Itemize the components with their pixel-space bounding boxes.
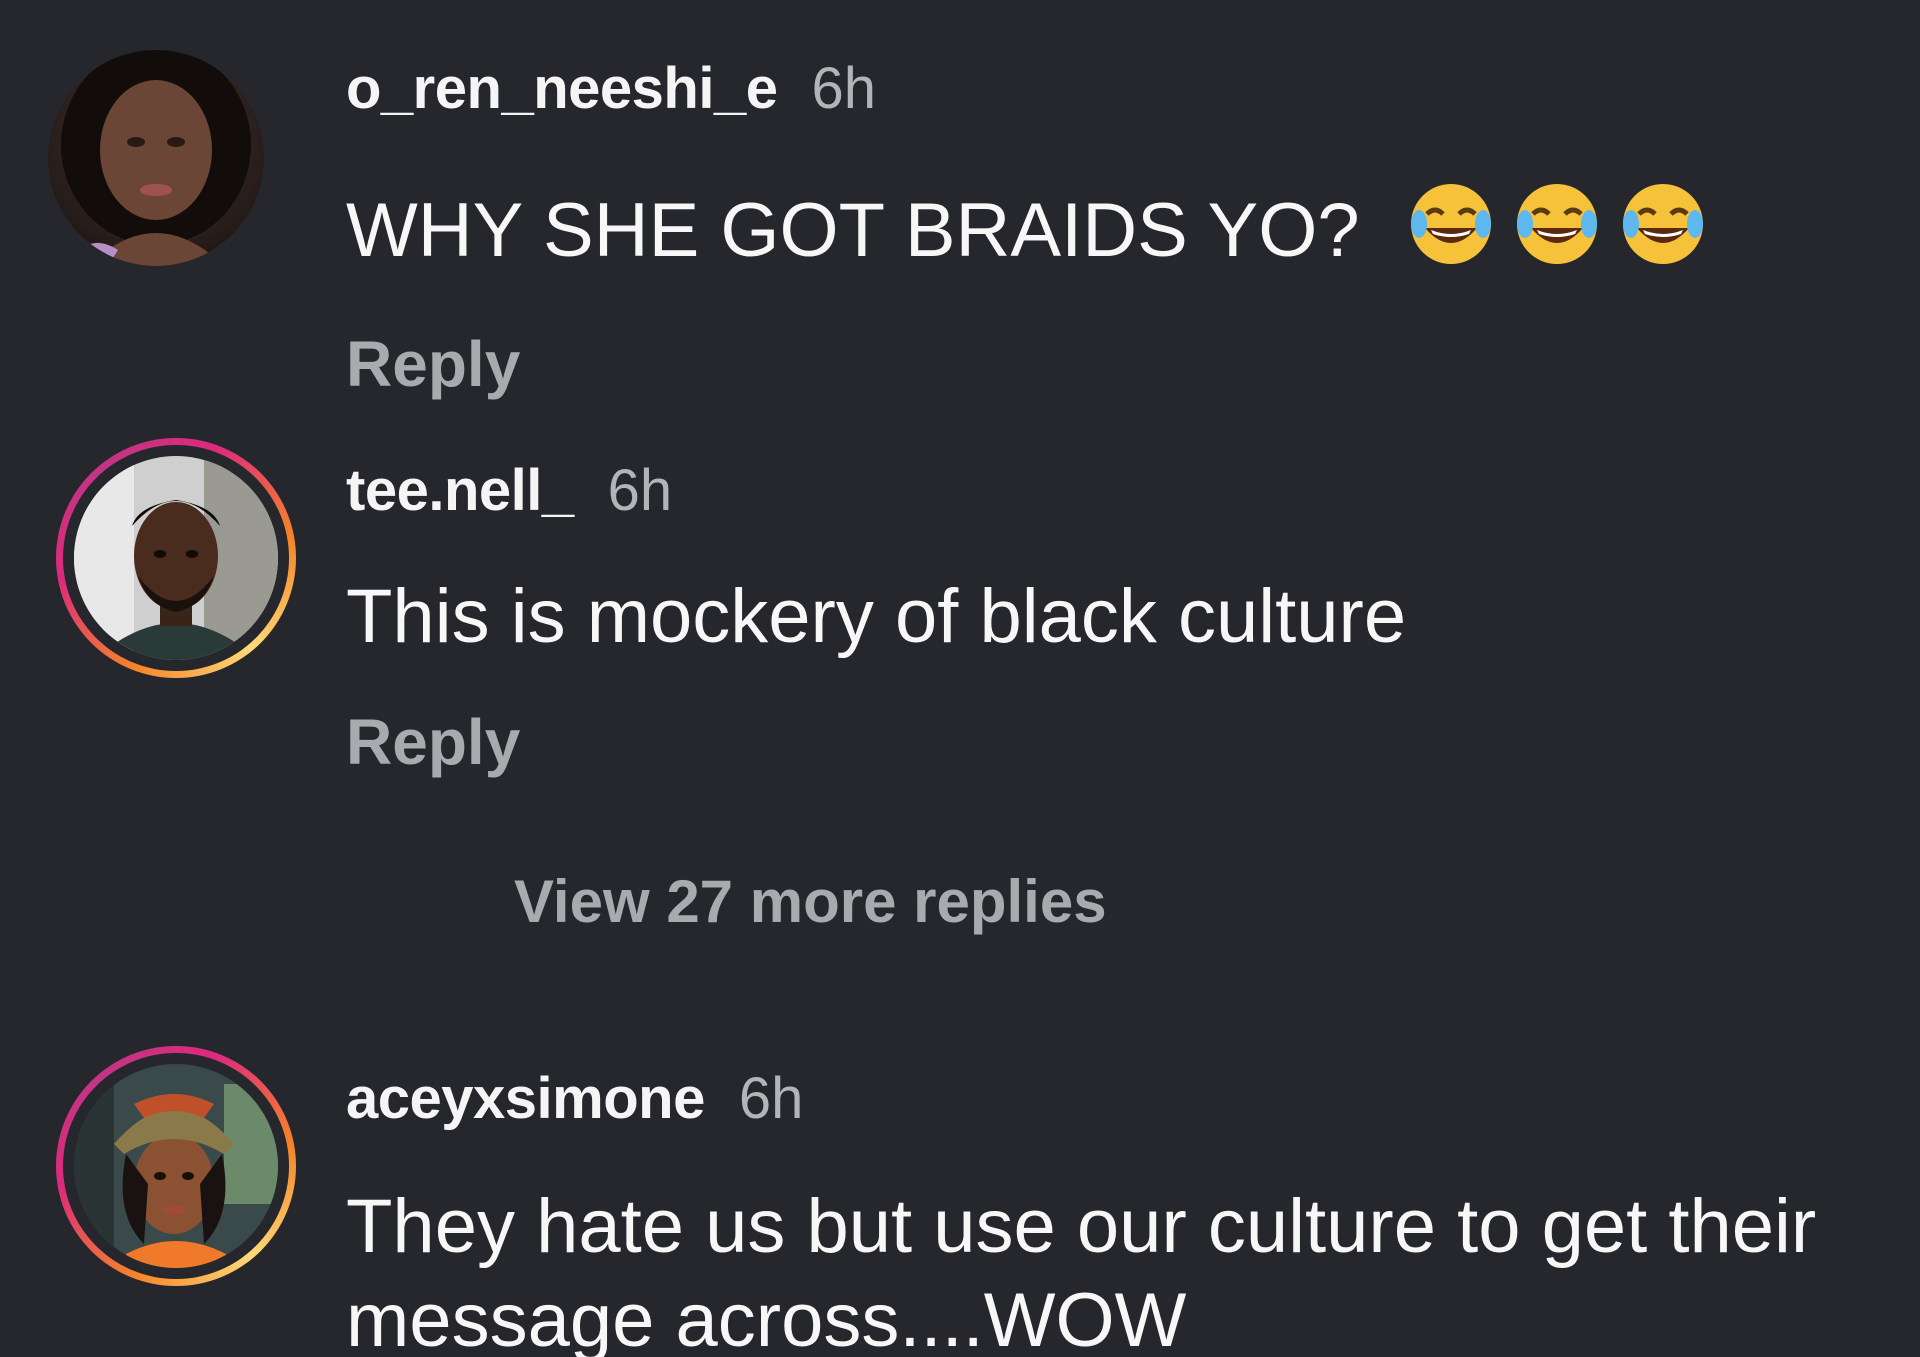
face-with-tears-of-joy-icon <box>1410 184 1491 264</box>
face-with-tears-of-joy-icon <box>1622 184 1703 264</box>
view-more-replies-button[interactable]: View 27 more replies <box>514 872 1107 932</box>
avatar-photo <box>74 1064 278 1268</box>
timestamp: 6h <box>607 458 673 523</box>
avatar-photo <box>74 456 278 660</box>
timestamp: 6h <box>738 1066 804 1131</box>
comment-text: This is mockery of black culture <box>346 574 1407 659</box>
comment-text-content: WHY SHE GOT BRAIDS YO? <box>346 188 1360 273</box>
avatar[interactable] <box>56 438 296 678</box>
username[interactable]: tee.nell_ <box>346 458 574 523</box>
comment-text: They hate us but use our culture to get … <box>346 1184 1817 1357</box>
reply-button[interactable]: Reply <box>346 332 520 396</box>
reply-button[interactable]: Reply <box>346 710 520 774</box>
comment-header: o_ren_neeshi_e 6h <box>346 60 876 118</box>
face-with-tears-of-joy-icon <box>1516 184 1597 264</box>
username[interactable]: aceyxsimone <box>346 1066 705 1131</box>
avatar[interactable] <box>48 50 264 266</box>
comment-text: WHY SHE GOT BRAIDS YO? <box>346 178 1886 278</box>
comment-header: aceyxsimone 6h <box>346 1070 803 1128</box>
avatar[interactable] <box>56 1046 296 1286</box>
username[interactable]: o_ren_neeshi_e <box>346 56 778 121</box>
avatar-photo <box>48 50 264 266</box>
timestamp: 6h <box>811 56 876 121</box>
comment-header: tee.nell_ 6h <box>346 462 672 520</box>
